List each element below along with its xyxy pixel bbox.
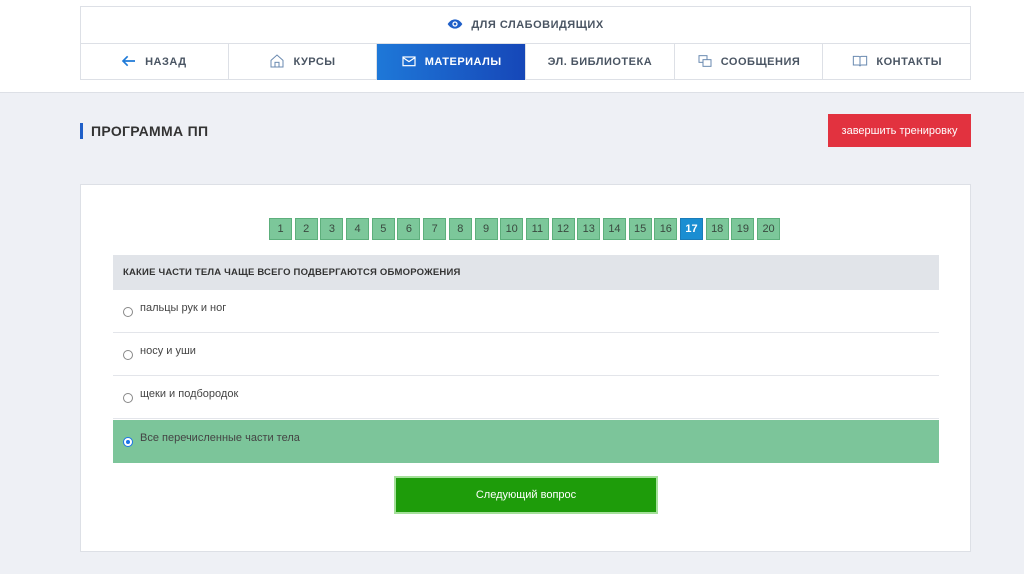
question-number[interactable]: 20 xyxy=(757,218,781,240)
nav-courses[interactable]: КУРСЫ xyxy=(229,44,378,80)
radio-button[interactable] xyxy=(123,393,133,403)
radio-button[interactable] xyxy=(123,307,133,317)
arrow-left-icon xyxy=(121,53,137,72)
question-text: КАКИЕ ЧАСТИ ТЕЛА ЧАЩЕ ВСЕГО ПОДВЕРГАЮТСЯ… xyxy=(113,255,939,290)
question-number[interactable]: 11 xyxy=(525,218,549,240)
main-nav: НАЗАД КУРСЫ МАТЕРИАЛЫ ЭЛ. БИБЛИОТЕКА СОО… xyxy=(80,43,971,80)
main-area: ПРОГРАММА ПП завершить тренировку 123456… xyxy=(0,92,1024,574)
question-number[interactable]: 12 xyxy=(551,218,575,240)
radio-button[interactable] xyxy=(123,350,133,360)
nav-library[interactable]: ЭЛ. БИБЛИОТЕКА xyxy=(526,44,675,80)
question-number[interactable]: 10 xyxy=(500,218,524,240)
quiz-card: 1 2 3 4 5 6 7 8 9 10 11 12 13 14 15 16 17 18 19 20 КАКИЕ ЧА… xyxy=(80,184,971,552)
nav-materials-label: МАТЕРИАЛЫ xyxy=(424,56,502,68)
question-number[interactable]: 6 xyxy=(397,218,421,240)
question-number[interactable]: 8 xyxy=(448,218,472,240)
eye-icon xyxy=(447,16,463,35)
nav-back[interactable]: НАЗАД xyxy=(80,44,229,80)
answer-label: пальцы рук и ног xyxy=(140,302,227,314)
answer-option[interactable]: пальцы рук и ног xyxy=(113,290,939,333)
page-title: ПРОГРАММА ПП xyxy=(80,123,208,139)
nav-messages[interactable]: СООБЩЕНИЯ xyxy=(675,44,824,80)
question-number[interactable]: 15 xyxy=(628,218,652,240)
book-icon xyxy=(852,53,868,72)
next-question-button[interactable]: Следующий вопрос xyxy=(394,476,658,514)
question-number[interactable]: 9 xyxy=(474,218,498,240)
header-box: ДЛЯ СЛАБОВИДЯЩИХ НАЗАД КУРСЫ МАТЕРИАЛЫ Э… xyxy=(80,6,971,80)
answer-option[interactable]: носу и уши xyxy=(113,333,939,376)
question-number[interactable]: 4 xyxy=(346,218,370,240)
question-navigator: 1 2 3 4 5 6 7 8 9 10 11 12 13 14 15 16 17 18 19 20 xyxy=(269,218,781,240)
radio-button-checked[interactable] xyxy=(123,437,133,447)
answer-option-selected[interactable]: Все перечисленные части тела xyxy=(113,420,939,463)
accessibility-toggle[interactable]: ДЛЯ СЛАБОВИДЯЩИХ xyxy=(81,7,970,43)
answer-label: носу и уши xyxy=(140,345,196,357)
accessibility-label: ДЛЯ СЛАБОВИДЯЩИХ xyxy=(471,19,604,31)
answer-option[interactable]: щеки и подбородок xyxy=(113,376,939,419)
nav-back-label: НАЗАД xyxy=(145,56,187,68)
nav-contacts[interactable]: КОНТАКТЫ xyxy=(823,44,971,80)
question-number[interactable]: 3 xyxy=(320,218,344,240)
question-number[interactable]: 2 xyxy=(294,218,318,240)
nav-materials[interactable]: МАТЕРИАЛЫ xyxy=(377,44,527,80)
nav-messages-label: СООБЩЕНИЯ xyxy=(720,56,801,68)
question-number[interactable]: 13 xyxy=(577,218,601,240)
question-number[interactable]: 16 xyxy=(654,218,678,240)
question-number[interactable]: 7 xyxy=(423,218,447,240)
question-number[interactable]: 1 xyxy=(269,218,292,240)
header: ДЛЯ СЛАБОВИДЯЩИХ НАЗАД КУРСЫ МАТЕРИАЛЫ Э… xyxy=(0,0,1024,92)
answer-label: щеки и подбородок xyxy=(140,388,239,400)
home-icon xyxy=(269,53,285,72)
envelope-icon xyxy=(401,53,417,72)
question-number-current[interactable]: 17 xyxy=(680,218,703,240)
question-number[interactable]: 19 xyxy=(731,218,755,240)
nav-library-label: ЭЛ. БИБЛИОТЕКА xyxy=(547,56,653,68)
question-number[interactable]: 5 xyxy=(371,218,395,240)
nav-contacts-label: КОНТАКТЫ xyxy=(876,56,943,68)
nav-courses-label: КУРСЫ xyxy=(293,56,336,68)
messages-icon xyxy=(697,53,713,72)
answer-label: Все перечисленные части тела xyxy=(140,432,300,444)
finish-training-button[interactable]: завершить тренировку xyxy=(828,114,971,147)
question-number[interactable]: 18 xyxy=(705,218,729,240)
question-number[interactable]: 14 xyxy=(602,218,626,240)
